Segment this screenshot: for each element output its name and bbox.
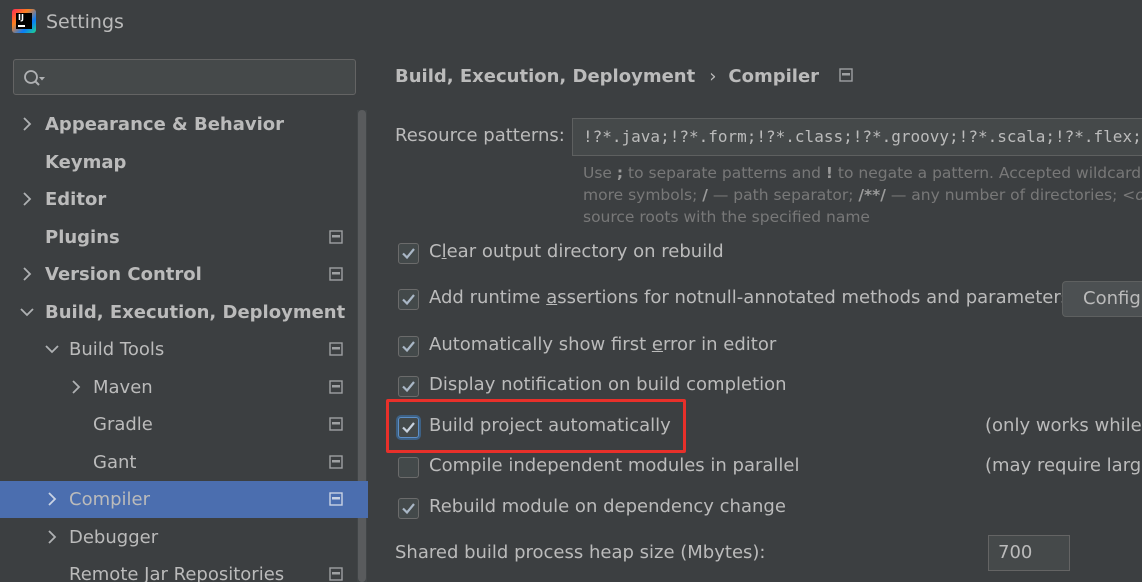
project-settings-icon	[329, 417, 343, 431]
sidebar-item-label: Plugins	[45, 227, 120, 248]
settings-sidebar: Appearance & Behavior Keymap Editor Plug…	[0, 44, 368, 582]
show-first-error-checkbox[interactable]	[398, 336, 419, 357]
sidebar-item-plugins[interactable]: Plugins	[0, 219, 357, 256]
parallel-modules-checkbox[interactable]	[398, 457, 419, 478]
clear-output-checkbox[interactable]	[398, 243, 419, 264]
build-notification-label: Display notification on build completion	[429, 374, 787, 395]
search-icon	[24, 70, 45, 86]
checkmark-icon	[402, 341, 415, 353]
checkmark-icon	[402, 503, 415, 515]
sidebar-item-build-tools[interactable]: Build Tools	[0, 331, 357, 368]
project-settings-icon	[329, 380, 343, 394]
project-settings-icon	[839, 68, 854, 82]
build-notification-checkbox[interactable]	[398, 376, 419, 397]
chevron-right-icon[interactable]	[45, 529, 59, 545]
resource-patterns-hint-line-2: more symbols; / — path separator; /**/ —…	[583, 186, 1142, 204]
project-settings-icon	[329, 567, 343, 581]
breadcrumb-current: Compiler	[728, 66, 820, 87]
window-title: Settings	[46, 11, 124, 33]
sidebar-item-label: Version Control	[45, 264, 202, 285]
sidebar-item-label: Gradle	[93, 414, 153, 435]
resource-patterns-input[interactable]: !?*.java;!?*.form;!?*.class;!?*.groovy;!…	[572, 118, 1142, 156]
clear-output-label: Clear output directory on rebuild	[429, 241, 724, 262]
sidebar-item-label: Build Tools	[69, 339, 165, 360]
configure-button[interactable]: Configure...	[1062, 281, 1142, 317]
checkmark-icon	[402, 381, 415, 393]
search-input[interactable]	[13, 59, 356, 95]
parallel-modules-note: (may require large	[985, 455, 1142, 476]
title-bar: IJ Settings	[0, 0, 1142, 44]
checkmark-icon	[402, 294, 415, 306]
heap-size-input[interactable]: 700	[988, 535, 1070, 571]
checkmark-icon	[402, 248, 415, 260]
chevron-down-icon[interactable]	[45, 341, 59, 357]
resource-patterns-label: Resource patterns:	[395, 125, 565, 146]
project-settings-icon	[329, 455, 343, 469]
chevron-down-icon[interactable]	[20, 304, 34, 320]
sidebar-item-label: Keymap	[45, 152, 127, 173]
sidebar-item-gant[interactable]: Gant	[0, 444, 357, 481]
build-automatically-note: (only works while n	[985, 415, 1142, 436]
rebuild-on-dependency-checkbox[interactable]	[398, 498, 419, 519]
sidebar-item-gradle[interactable]: Gradle	[0, 406, 357, 443]
sidebar-item-label: Build, Execution, Deployment	[45, 302, 346, 323]
chevron-right-icon[interactable]	[20, 266, 34, 282]
heap-size-label: Shared build process heap size (Mbytes):	[395, 542, 766, 563]
sidebar-item-compiler[interactable]: Compiler	[0, 481, 368, 518]
runtime-assertions-label: Add runtime assertions for notnull-annot…	[429, 287, 1071, 308]
resource-patterns-hint-line-3: source roots with the specified name	[583, 208, 870, 226]
sidebar-item-build-execution-deployment[interactable]: Build, Execution, Deployment	[0, 294, 357, 331]
project-settings-icon	[329, 267, 343, 281]
parallel-modules-label: Compile independent modules in parallel	[429, 455, 800, 476]
chevron-right-icon[interactable]	[69, 379, 83, 395]
breadcrumb-parent[interactable]: Build, Execution, Deployment	[395, 66, 695, 87]
sidebar-item-version-control[interactable]: Version Control	[0, 256, 357, 293]
sidebar-item-label: Debugger	[69, 527, 159, 548]
sidebar-item-remote-jar-repositories[interactable]: Remote Jar Repositories	[0, 556, 357, 582]
sidebar-item-appearance-behavior[interactable]: Appearance & Behavior	[0, 106, 357, 143]
sidebar-item-label: Maven	[93, 377, 153, 398]
runtime-assertions-checkbox[interactable]	[398, 289, 419, 310]
project-settings-icon	[329, 492, 343, 506]
intellij-app-icon: IJ	[12, 9, 36, 33]
sidebar-item-debugger[interactable]: Debugger	[0, 519, 357, 556]
chevron-right-icon[interactable]	[45, 491, 59, 507]
settings-content: Build, Execution, Deployment › Compiler Re…	[368, 44, 1142, 582]
annotation-highlight-box	[386, 399, 686, 453]
rebuild-on-dependency-label: Rebuild module on dependency change	[429, 496, 786, 517]
chevron-right-icon[interactable]	[20, 191, 34, 207]
breadcrumb: Build, Execution, Deployment › Compiler	[395, 66, 854, 87]
sidebar-item-editor[interactable]: Editor	[0, 181, 357, 218]
project-settings-icon	[329, 230, 343, 244]
sidebar-item-label: Gant	[93, 452, 137, 473]
sidebar-item-label: Appearance & Behavior	[45, 114, 285, 135]
sidebar-item-maven[interactable]: Maven	[0, 369, 357, 406]
sidebar-item-label: Editor	[45, 189, 107, 210]
resource-patterns-hint-line-1: Use ; to separate patterns and ! to nega…	[583, 164, 1142, 182]
sidebar-item-keymap[interactable]: Keymap	[0, 144, 357, 181]
chevron-right-icon[interactable]	[20, 116, 34, 132]
project-settings-icon	[329, 342, 343, 356]
sidebar-item-label: Compiler	[69, 489, 151, 510]
show-first-error-label: Automatically show first error in editor	[429, 334, 777, 355]
sidebar-item-label: Remote Jar Repositories	[69, 564, 285, 582]
breadcrumb-separator: ›	[709, 66, 717, 87]
